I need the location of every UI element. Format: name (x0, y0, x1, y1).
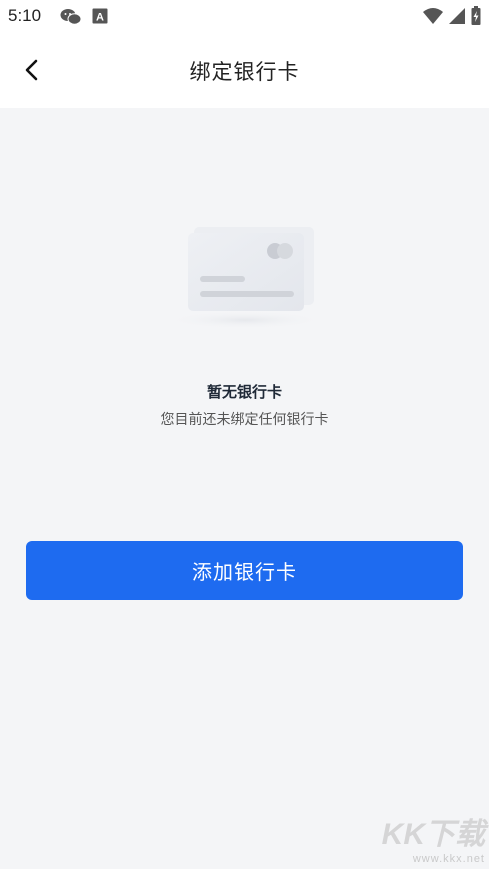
empty-state-title: 暂无银行卡 (206, 383, 282, 401)
font-a-icon: A (92, 8, 108, 28)
header-bar: 绑定银行卡 (0, 32, 489, 108)
watermark: KK下载 www.kkx.net (382, 809, 485, 865)
wechat-icon (60, 8, 82, 30)
signal-icon (449, 7, 465, 29)
svg-text:A: A (96, 12, 104, 24)
page-title: 绑定银行卡 (189, 60, 300, 84)
watermark-logo: KK下载 (381, 818, 485, 851)
watermark-url: www.kkx.net (412, 853, 485, 865)
bank-card-icon (160, 215, 330, 335)
status-time: 5:10 (8, 6, 42, 25)
wifi-icon (423, 7, 443, 29)
status-bar: 5:10 A (0, 0, 489, 32)
empty-state-subtitle: 您目前还未绑定任何银行卡 (160, 412, 329, 428)
add-bank-card-button[interactable]: 添加银行卡 (26, 541, 463, 600)
battery-charging-icon (471, 6, 481, 30)
